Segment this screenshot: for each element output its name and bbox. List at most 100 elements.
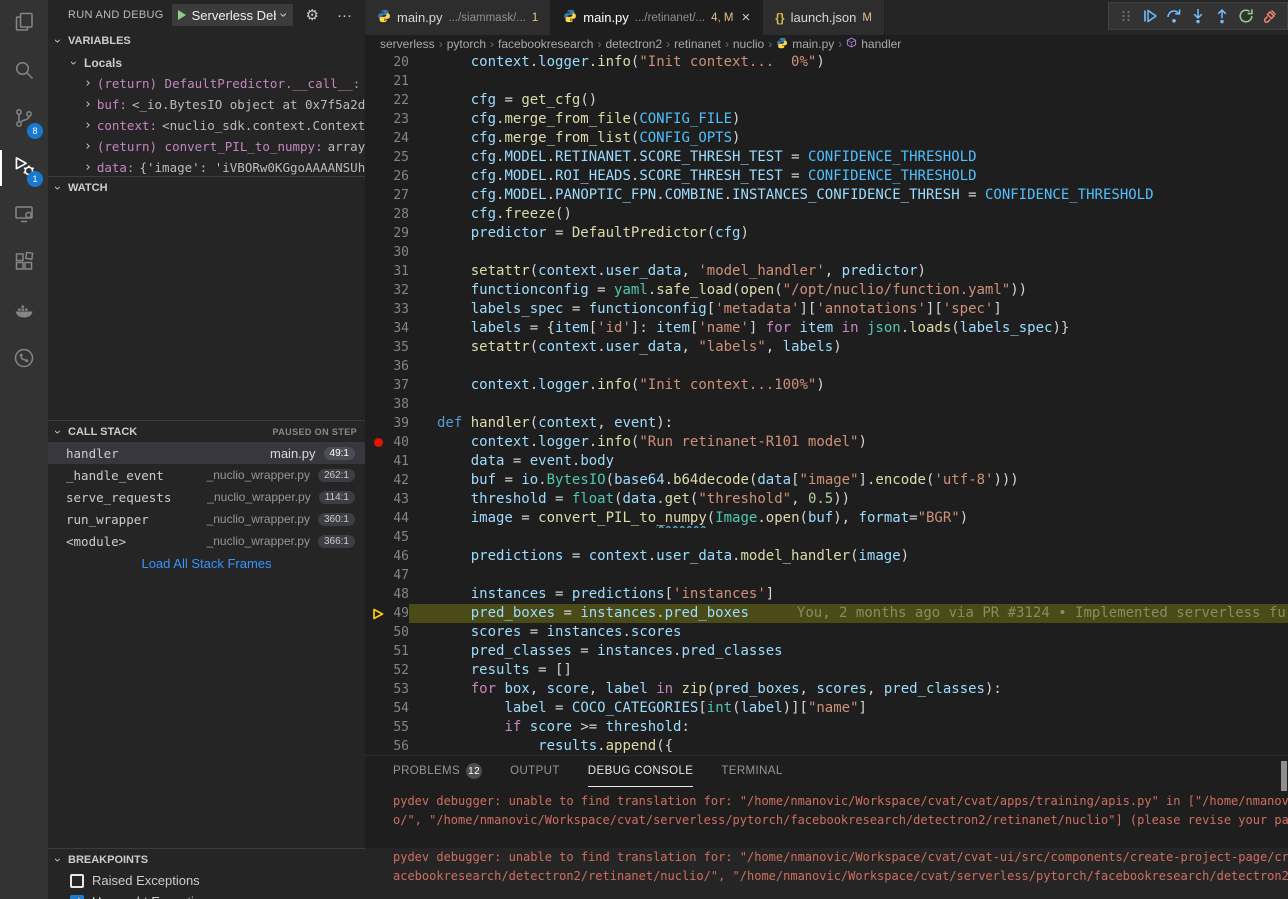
activity-explorer[interactable] bbox=[0, 0, 48, 48]
code-text[interactable] bbox=[409, 357, 437, 376]
tab-main-py-siammask[interactable]: main.py .../siammask/... 1 bbox=[365, 0, 551, 35]
code-text[interactable]: context.logger.info("Init context...100%… bbox=[409, 376, 825, 395]
gear-icon[interactable]: ⚙ bbox=[301, 6, 324, 24]
tab-output[interactable]: OUTPUT bbox=[510, 756, 560, 787]
code-text[interactable]: cfg.MODEL.ROI_HEADS.SCORE_THRESH_TEST = … bbox=[409, 167, 977, 186]
more-actions-icon[interactable]: ··· bbox=[332, 7, 357, 24]
code-text[interactable]: for box, score, label in zip(pred_boxes,… bbox=[409, 680, 1002, 699]
code-text[interactable]: def handler(context, event): bbox=[409, 414, 673, 433]
code-text[interactable]: predictor = DefaultPredictor(cfg) bbox=[409, 224, 749, 243]
code-text[interactable]: cfg.merge_from_file(CONFIG_FILE) bbox=[409, 110, 740, 129]
debug-console-output[interactable]: pydev debugger: unable to find translati… bbox=[365, 787, 1288, 899]
load-all-stack-frames-link[interactable]: Load All Stack Frames bbox=[48, 552, 365, 574]
stack-frame[interactable]: <module> _nuclio_wrapper.py 366:1 bbox=[48, 530, 365, 552]
scrollbar-thumb[interactable] bbox=[1281, 761, 1287, 791]
activity-extensions[interactable] bbox=[0, 240, 48, 288]
code-text[interactable]: if score >= threshold: bbox=[409, 718, 690, 737]
variable-row[interactable]: › context: <nuclio_sdk.context.Context o… bbox=[48, 115, 365, 136]
code-line-31: 31 setattr(context.user_data, 'model_han… bbox=[365, 262, 1288, 281]
scope-locals[interactable]: › Locals bbox=[48, 52, 365, 73]
activity-docker[interactable] bbox=[0, 288, 48, 336]
code-text[interactable]: setattr(context.user_data, "labels", lab… bbox=[409, 338, 842, 357]
code-text[interactable]: functionconfig = yaml.safe_load(open("/o… bbox=[409, 281, 1027, 300]
variables-header[interactable]: › VARIABLES bbox=[48, 30, 365, 52]
drag-handle-icon[interactable] bbox=[1117, 7, 1135, 25]
gutter-marker bbox=[365, 376, 391, 395]
code-text[interactable] bbox=[409, 395, 437, 414]
variable-row[interactable]: › (return) convert_PIL_to_numpy: array([… bbox=[48, 136, 365, 157]
line-number: 45 bbox=[391, 528, 409, 547]
checkbox-unchecked[interactable] bbox=[70, 874, 84, 888]
restart-icon[interactable] bbox=[1237, 7, 1255, 25]
code-text[interactable]: predictions = context.user_data.model_ha… bbox=[409, 547, 909, 566]
breadcrumb-item[interactable]: facebookresearch bbox=[498, 37, 593, 51]
breadcrumb-item-file[interactable]: main.py bbox=[776, 37, 834, 52]
code-text[interactable] bbox=[409, 566, 437, 585]
breakpoint-icon[interactable] bbox=[365, 433, 391, 452]
code-text[interactable] bbox=[409, 72, 437, 91]
stack-frame[interactable]: handler main.py 49:1 bbox=[48, 442, 365, 464]
tab-debug-console[interactable]: DEBUG CONSOLE bbox=[588, 756, 694, 787]
activity-source-control[interactable]: 8 bbox=[0, 96, 48, 144]
breadcrumb-item[interactable]: retinanet bbox=[674, 37, 721, 51]
step-into-icon[interactable] bbox=[1189, 7, 1207, 25]
code-text[interactable]: scores = instances.scores bbox=[409, 623, 681, 642]
variable-row[interactable]: › data: {'image': 'iVBORw0KGgoAAAANSUhE… bbox=[48, 157, 365, 176]
stack-frame[interactable]: _handle_event _nuclio_wrapper.py 262:1 bbox=[48, 464, 365, 486]
code-text[interactable]: label = COCO_CATEGORIES[int(label)]["nam… bbox=[409, 699, 867, 718]
disconnect-icon[interactable] bbox=[1261, 7, 1279, 25]
tab-main-py-retinanet[interactable]: main.py .../retinanet/... 4, M × bbox=[551, 0, 763, 35]
code-text[interactable]: pred_classes = instances.pred_classes bbox=[409, 642, 783, 661]
code-text[interactable]: buf = io.BytesIO(base64.b64decode(data["… bbox=[409, 471, 1019, 490]
breadcrumb-item-symbol[interactable]: handler bbox=[846, 37, 901, 51]
code-text[interactable]: cfg = get_cfg() bbox=[409, 91, 597, 110]
variable-row[interactable]: › (return) DefaultPredictor.__call__: {'… bbox=[48, 73, 365, 94]
start-debug-icon[interactable] bbox=[178, 10, 186, 20]
code-text[interactable]: cfg.merge_from_list(CONFIG_OPTS) bbox=[409, 129, 740, 148]
code-text[interactable]: pred_boxes = instances.pred_boxes bbox=[409, 604, 749, 623]
code-text[interactable]: results = [] bbox=[409, 661, 572, 680]
breakpoint-option[interactable]: Raised Exceptions bbox=[48, 870, 365, 891]
code-editor[interactable]: 20 context.logger.info("Init context... … bbox=[365, 53, 1288, 755]
code-text[interactable] bbox=[409, 528, 437, 547]
tab-problems[interactable]: PROBLEMS 12 bbox=[393, 756, 482, 787]
tab-terminal[interactable]: TERMINAL bbox=[721, 756, 782, 787]
stack-frame[interactable]: serve_requests _nuclio_wrapper.py 114:1 bbox=[48, 486, 365, 508]
checkbox-checked[interactable]: ✓ bbox=[70, 895, 84, 899]
launch-config-dropdown[interactable]: Serverless Debu › bbox=[172, 4, 293, 26]
code-text[interactable]: labels_spec = functionconfig['metadata']… bbox=[409, 300, 1002, 319]
stack-frame[interactable]: run_wrapper _nuclio_wrapper.py 360:1 bbox=[48, 508, 365, 530]
code-text[interactable]: image = convert_PIL_to_numpy(Image.open(… bbox=[409, 509, 968, 528]
call-stack-header[interactable]: › CALL STACK PAUSED ON STEP bbox=[48, 420, 365, 442]
code-text[interactable]: labels = {item['id']: item['name'] for i… bbox=[409, 319, 1069, 338]
code-text[interactable]: context.logger.info("Run retinanet-R101 … bbox=[409, 433, 867, 452]
activity-remote-explorer[interactable] bbox=[0, 192, 48, 240]
variable-row[interactable]: › buf: <_io.BytesIO object at 0x7f5a2dc1… bbox=[48, 94, 365, 115]
breadcrumb-item[interactable]: nuclio bbox=[733, 37, 764, 51]
code-text[interactable]: threshold = float(data.get("threshold", … bbox=[409, 490, 850, 509]
close-icon[interactable]: × bbox=[742, 9, 751, 26]
breakpoint-option[interactable]: ✓ Uncaught Exceptions bbox=[48, 891, 365, 899]
breadcrumb-item[interactable]: detectron2 bbox=[605, 37, 662, 51]
code-text[interactable] bbox=[409, 243, 437, 262]
breadcrumb-item[interactable]: serverless bbox=[380, 37, 435, 51]
code-text[interactable]: cfg.freeze() bbox=[409, 205, 572, 224]
activity-search[interactable] bbox=[0, 48, 48, 96]
continue-icon[interactable] bbox=[1141, 7, 1159, 25]
code-text[interactable]: cfg.MODEL.RETINANET.SCORE_THRESH_TEST = … bbox=[409, 148, 977, 167]
activity-run-and-debug[interactable]: 1 bbox=[0, 144, 48, 192]
code-text[interactable]: setattr(context.user_data, 'model_handle… bbox=[409, 262, 926, 281]
step-over-icon[interactable] bbox=[1165, 7, 1183, 25]
code-text[interactable]: results.append({ bbox=[409, 737, 673, 755]
activity-git-graph[interactable] bbox=[0, 336, 48, 384]
code-text[interactable]: cfg.MODEL.PANOPTIC_FPN.COMBINE.INSTANCES… bbox=[409, 186, 1154, 205]
current-line-arrow-icon[interactable] bbox=[365, 604, 391, 623]
tab-launch-json[interactable]: {} launch.json M bbox=[763, 0, 885, 35]
code-text[interactable]: data = event.body bbox=[409, 452, 614, 471]
breakpoints-header[interactable]: › BREAKPOINTS bbox=[48, 848, 365, 870]
breadcrumb-item[interactable]: pytorch bbox=[447, 37, 486, 51]
code-text[interactable]: instances = predictions['instances'] bbox=[409, 585, 774, 604]
watch-header[interactable]: › WATCH bbox=[48, 176, 365, 198]
step-out-icon[interactable] bbox=[1213, 7, 1231, 25]
code-text[interactable]: context.logger.info("Init context... 0%"… bbox=[409, 53, 825, 72]
